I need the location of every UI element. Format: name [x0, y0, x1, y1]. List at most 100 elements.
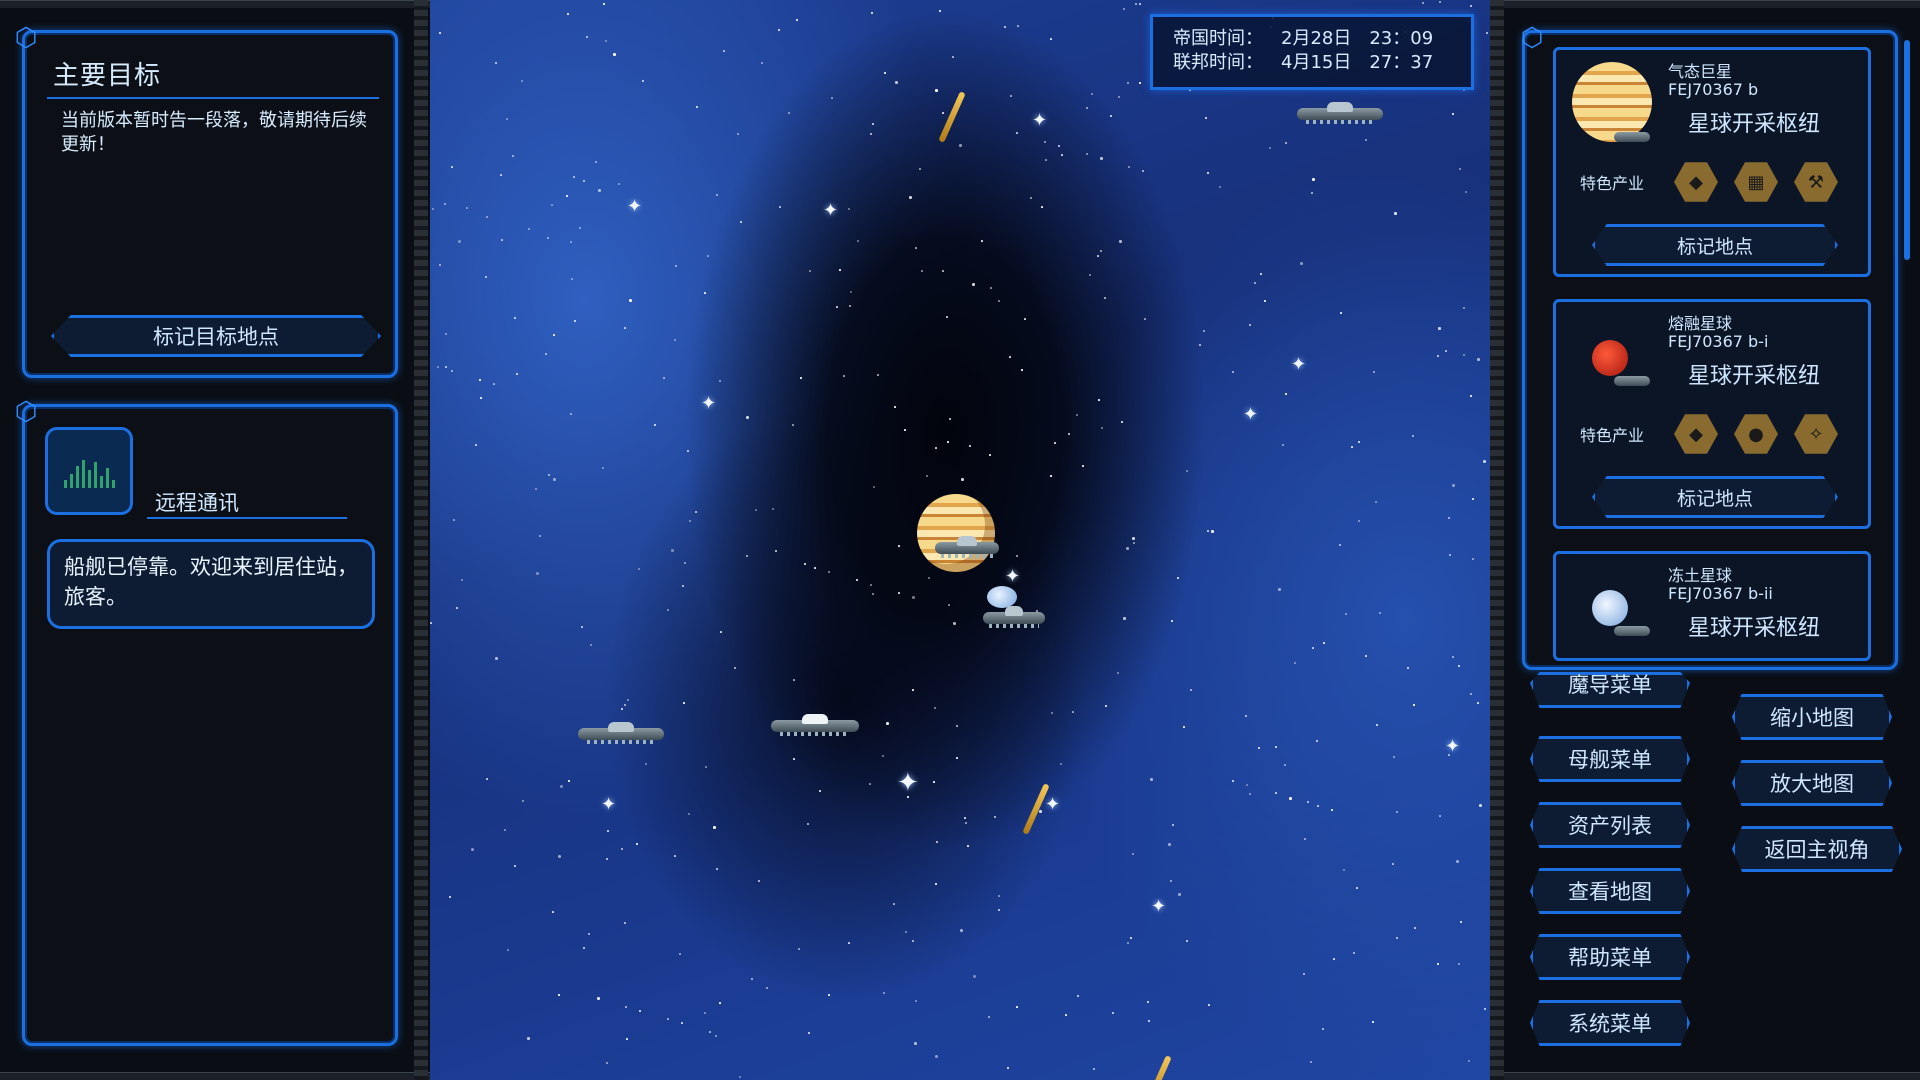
federation-time-label: 联邦时间： [1173, 52, 1263, 73]
help-menu-button[interactable]: 帮助菜单 [1530, 934, 1690, 980]
star [618, 183, 620, 185]
system-menu-button[interactable]: 系统菜单 [1530, 1000, 1690, 1046]
star [973, 975, 976, 978]
ore-icon[interactable]: ◆ [1674, 162, 1718, 202]
star [1331, 809, 1333, 811]
star [1312, 647, 1314, 649]
star [1205, 117, 1207, 119]
star [1016, 555, 1018, 557]
star [804, 563, 806, 565]
return-main-view-button[interactable]: 返回主视角 [1732, 826, 1902, 872]
star [1260, 273, 1262, 275]
mothership-menu-button[interactable]: 母舰菜单 [1530, 736, 1690, 782]
mining-station[interactable] [935, 536, 999, 558]
star [553, 478, 556, 481]
star [871, 12, 873, 14]
comms-panel: 远程通讯 船舰已停靠。欢迎来到居住站，旅客。 [22, 404, 398, 1046]
mark-location-button[interactable]: 标记地点 [1592, 476, 1838, 518]
star [798, 948, 800, 950]
star [1135, 3, 1137, 5]
planet-list-scrollbar[interactable] [1904, 40, 1910, 260]
frame-edge [0, 1072, 430, 1080]
star [1150, 778, 1153, 781]
star [1285, 393, 1287, 395]
star [1016, 132, 1018, 134]
star [1086, 107, 1088, 109]
star [1207, 172, 1209, 174]
planet-card[interactable]: 气态巨星 FEJ70367 b 星球开采枢纽 特色产业 ◆ ▦ ⚒ 标记地点 [1553, 47, 1871, 277]
sparkle: ✦ [897, 768, 919, 798]
star [586, 36, 588, 38]
star [681, 1022, 683, 1024]
star [915, 247, 917, 249]
star [988, 1016, 990, 1018]
star [1072, 711, 1074, 713]
sparkle: ✦ [1445, 736, 1461, 757]
star [898, 592, 900, 594]
station-ship[interactable] [578, 722, 664, 744]
asset-list-button[interactable]: 资产列表 [1530, 802, 1690, 848]
magic-menu-button[interactable]: 魔导菜单 [1530, 672, 1690, 708]
star [1171, 620, 1173, 622]
space-viewport[interactable]: ✦ ✦ ✦ ✦ ✦ ✦ ✦ ✦ ✦ ✦ ✦ ✦ [425, 0, 1495, 1080]
star [956, 725, 958, 727]
planet-list-panel[interactable]: 气态巨星 FEJ70367 b 星球开采枢纽 特色产业 ◆ ▦ ⚒ 标记地点 熔… [1522, 30, 1898, 670]
star [715, 1035, 717, 1037]
ice-planet[interactable] [987, 586, 1017, 608]
tool-icon[interactable]: ⚒ [1794, 162, 1838, 202]
crate-icon[interactable]: ▦ [1734, 162, 1778, 202]
planet-card[interactable]: 熔融星球 FEJ70367 b-i 星球开采枢纽 特色产业 ◆ ● ✧ 标记地点 [1553, 299, 1871, 529]
star [516, 373, 518, 375]
star [1098, 399, 1100, 401]
view-map-button[interactable]: 查看地图 [1530, 868, 1690, 914]
star [1376, 724, 1378, 726]
star [566, 195, 568, 197]
gas-giant-planet[interactable] [917, 494, 995, 572]
star [1039, 810, 1042, 813]
star [1358, 520, 1360, 522]
star [746, 555, 748, 557]
station-ship[interactable] [1297, 102, 1383, 124]
star [504, 829, 506, 831]
star [675, 265, 677, 267]
planet-card[interactable]: 冻土星球 FEJ70367 b-ii 星球开采枢纽 [1553, 551, 1871, 661]
star [870, 133, 872, 135]
star [893, 903, 895, 905]
zoom-in-map-button[interactable]: 放大地图 [1732, 760, 1892, 806]
star [1351, 446, 1353, 448]
star [560, 785, 563, 788]
star [1050, 38, 1052, 40]
star [456, 607, 458, 609]
star [639, 1010, 641, 1012]
star [1097, 255, 1099, 257]
crystal-icon[interactable]: ✧ [1794, 414, 1838, 454]
star [684, 562, 686, 564]
star [1232, 780, 1234, 782]
mark-target-button[interactable]: 标记目标地点 [51, 315, 381, 357]
star [1021, 369, 1023, 371]
waveform-icon [64, 460, 116, 488]
star [1065, 1014, 1067, 1016]
rock-icon[interactable]: ● [1734, 414, 1778, 454]
star [535, 488, 537, 490]
star [915, 1000, 917, 1002]
planet-code: FEJ70367 b [1668, 80, 1759, 99]
objective-description: 当前版本暂时告一段落，敬请期待后续更新！ [61, 110, 367, 155]
mark-location-button[interactable]: 标记地点 [1592, 224, 1838, 266]
industry-label: 特色产业 [1580, 174, 1645, 193]
objective-title: 主要目标 [53, 61, 162, 91]
star [792, 424, 794, 426]
star [959, 144, 962, 147]
mining-station[interactable] [983, 606, 1045, 628]
star [551, 204, 553, 206]
player-ship[interactable] [771, 714, 859, 736]
star [671, 549, 674, 552]
star [793, 758, 795, 760]
star [1010, 95, 1012, 97]
ore-icon[interactable]: ◆ [1674, 414, 1718, 454]
planet-hub: 星球开采枢纽 [1688, 364, 1821, 389]
zoom-out-map-button[interactable]: 缩小地图 [1732, 694, 1892, 740]
star [624, 922, 626, 924]
star [905, 931, 907, 933]
star [1190, 689, 1192, 691]
